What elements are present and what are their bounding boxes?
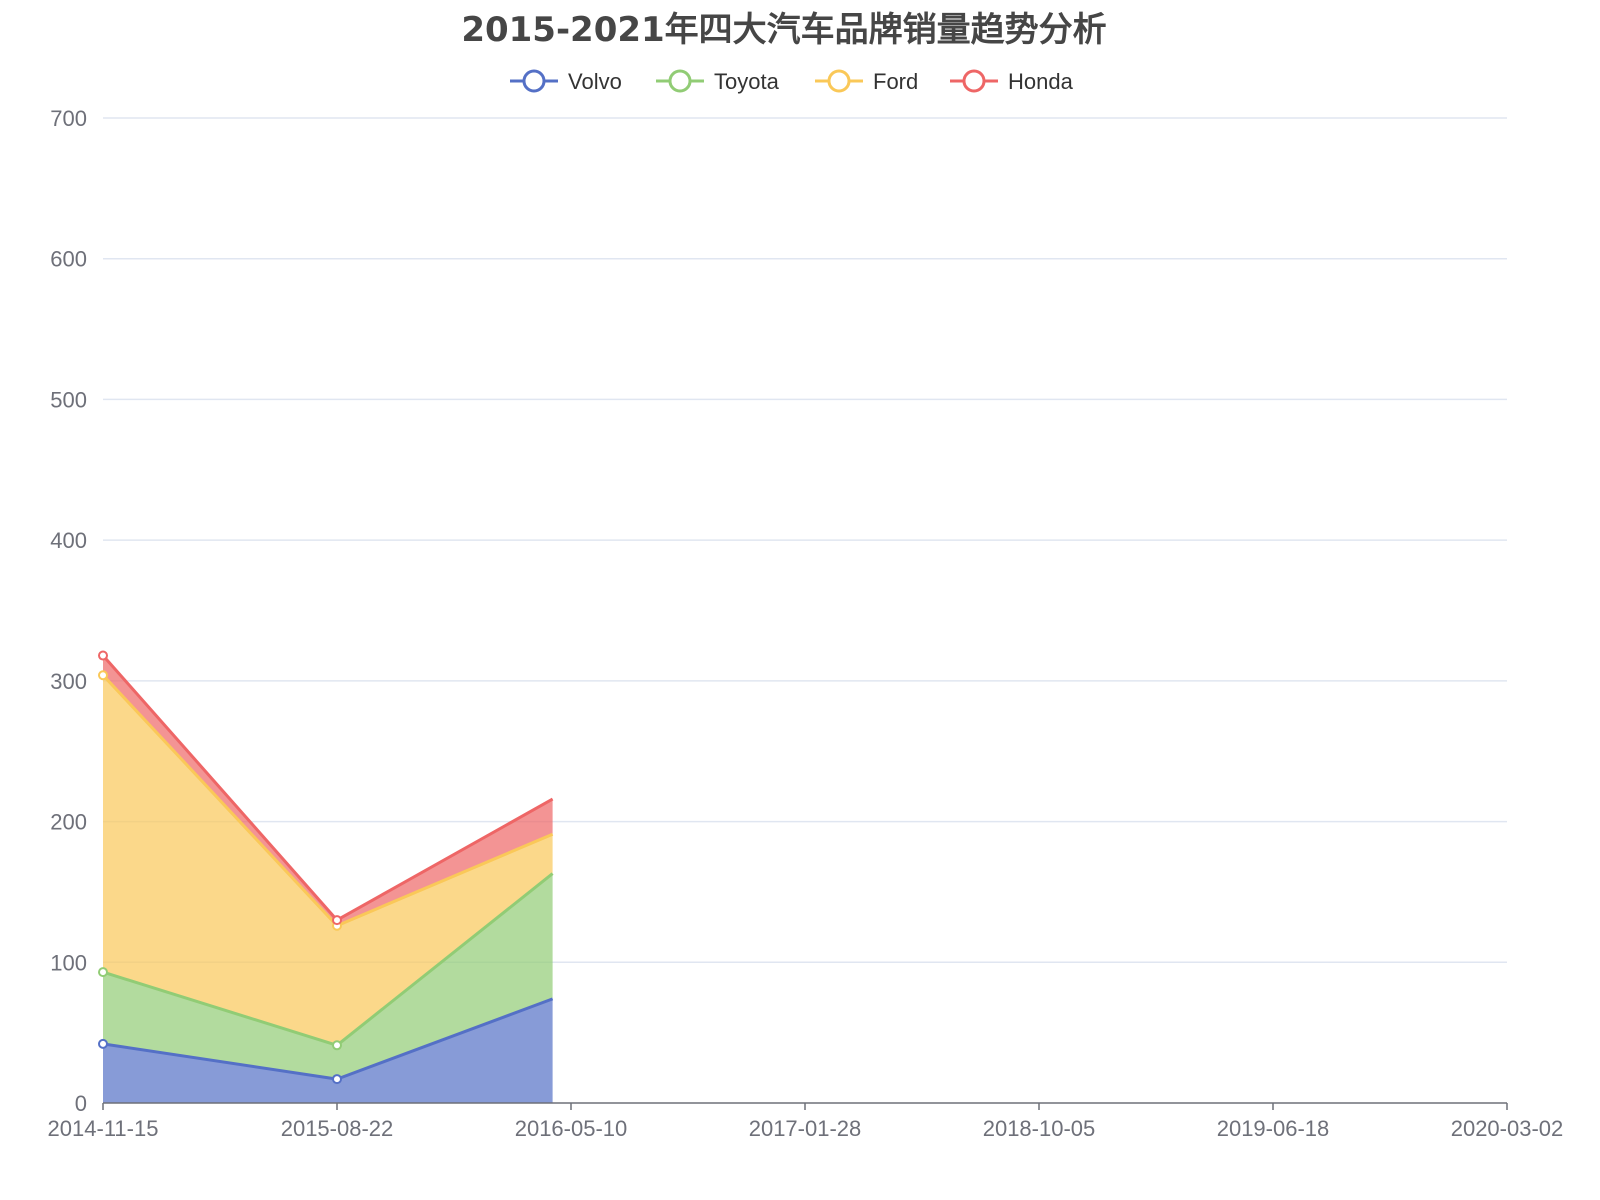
chart-container: 2015-2021年四大汽车品牌销量趋势分析 0 100 200 300 400 500 6… xyxy=(0,0,1600,1200)
x-tick-label: 2019-06-18 xyxy=(1217,1116,1330,1141)
grid-layer xyxy=(103,117,1507,964)
point-volvo[interactable] xyxy=(332,1074,342,1085)
legend-circle-icon xyxy=(827,69,851,93)
x-tick-label: 2020-03-02 xyxy=(1451,1116,1564,1141)
point-toyota[interactable] xyxy=(332,1040,342,1051)
y-tick-label: 600 xyxy=(50,247,87,272)
point-honda[interactable] xyxy=(98,650,108,661)
point-volvo[interactable] xyxy=(98,1038,108,1049)
legend[interactable]: Volvo Toyota Ford Honda xyxy=(510,69,1074,94)
x-tick-label: 2018-10-05 xyxy=(983,1116,1096,1141)
legend-item-toyota[interactable]: Toyota xyxy=(656,69,780,94)
legend-item-honda[interactable]: Honda xyxy=(950,69,1074,94)
y-tick-label: 300 xyxy=(50,669,87,694)
legend-circle-icon xyxy=(962,69,986,93)
legend-label: Toyota xyxy=(714,69,780,94)
y-tick-label: 0 xyxy=(75,1091,87,1116)
legend-label: Volvo xyxy=(568,69,622,94)
y-tick-label: 400 xyxy=(50,528,87,553)
area-layer xyxy=(103,655,553,1103)
point-ford[interactable] xyxy=(98,670,108,681)
x-tick-label: 2016-05-10 xyxy=(515,1116,628,1141)
y-tick-label: 200 xyxy=(50,810,87,835)
x-tick-label: 2014-11-15 xyxy=(48,1116,159,1141)
legend-label: Ford xyxy=(873,69,918,94)
legend-label: Honda xyxy=(1008,69,1074,94)
chart-svg: 0 100 200 300 400 500 600 700 2014-11-15 2015-08-… xyxy=(48,69,1564,1141)
y-tick-label: 100 xyxy=(50,950,87,975)
x-tick-label: 2015-08-22 xyxy=(281,1116,394,1141)
legend-item-ford[interactable]: Ford xyxy=(815,69,918,94)
x-tick-label: 2017-01-28 xyxy=(749,1116,862,1141)
y-tick-label: 700 xyxy=(50,106,87,131)
legend-circle-icon xyxy=(668,69,692,93)
point-toyota[interactable] xyxy=(98,967,108,978)
legend-item-volvo[interactable]: Volvo xyxy=(510,69,622,94)
y-tick-label: 500 xyxy=(50,387,87,412)
point-honda[interactable] xyxy=(332,915,342,926)
legend-circle-icon xyxy=(522,69,546,93)
